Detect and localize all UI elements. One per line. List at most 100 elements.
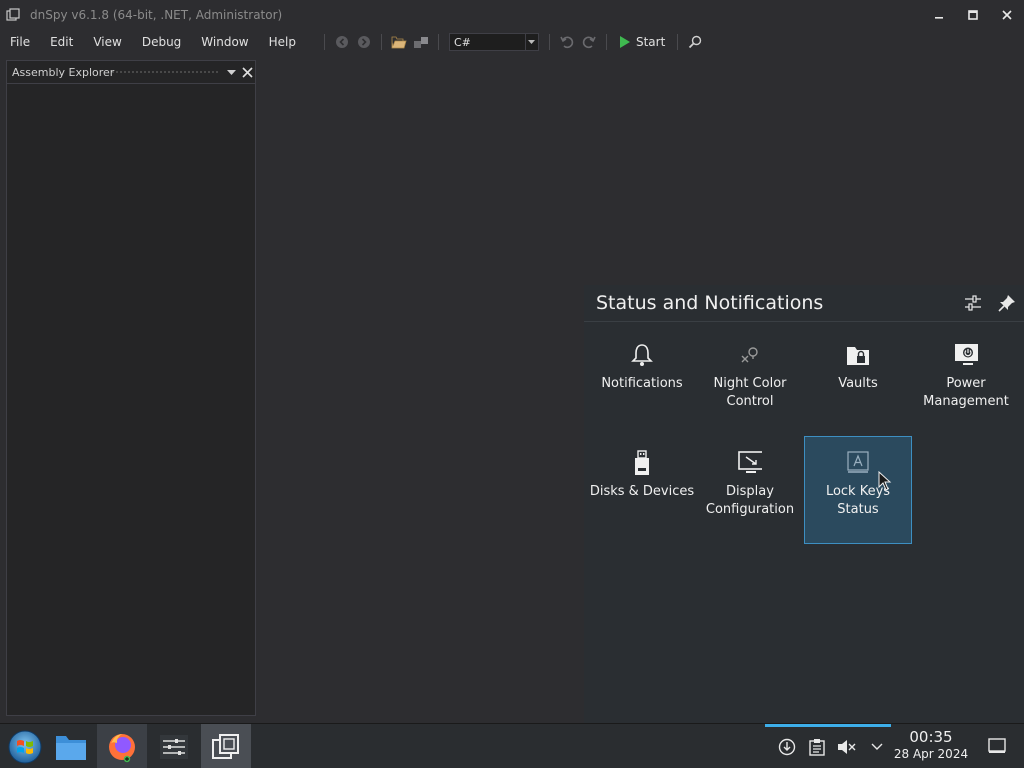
chevron-down-icon [528,40,536,44]
tile-display-configuration[interactable]: Display Configuration [696,436,804,544]
language-value: C# [453,35,471,49]
undo-icon [560,36,574,49]
power-management-icon [954,343,978,367]
tile-notifications[interactable]: Notifications [588,328,696,436]
taskbar: 00:35 28 Apr 2024 [0,723,1024,768]
chevron-down-icon [871,743,883,750]
clock-time: 00:35 [909,728,953,746]
tile-vaults[interactable]: Vaults [804,328,912,436]
toolbar-separator [548,34,550,50]
tray-updates-button[interactable] [777,737,797,757]
play-icon [619,36,630,48]
menu-edit[interactable]: Edit [40,35,83,49]
menu-view[interactable]: View [83,35,131,49]
taskbar-dnspy[interactable] [201,724,251,768]
lock-keys-icon [846,451,870,475]
search-button[interactable] [685,32,705,52]
assembly-explorer-title: Assembly Explorer [12,65,115,79]
close-icon [1002,10,1012,20]
search-icon [689,35,702,49]
digital-clock[interactable]: 00:35 28 Apr 2024 [890,728,972,762]
pin-icon[interactable] [998,294,1016,312]
start-menu-button[interactable] [0,724,50,768]
maximize-icon [968,10,978,20]
tile-label: Notifications [601,376,683,391]
open-folder-icon [391,36,407,49]
language-select[interactable]: C# [448,33,539,51]
start-debugging-button[interactable]: Start [613,35,671,49]
redo-icon [582,36,596,49]
dnspy-taskbar-icon [212,733,239,759]
popup-header-buttons [964,285,1016,321]
forward-icon [357,36,370,48]
tile-power-management[interactable]: Power Management [912,328,1020,436]
show-desktop-icon [988,738,1006,753]
configure-sliders-icon[interactable] [964,294,982,312]
tray-volume-button[interactable] [837,737,857,757]
clipboard-icon [809,738,825,756]
toolbar-separator [677,34,679,50]
toolbar-separator [380,34,382,50]
volume-muted-icon [838,739,856,754]
open-list-button[interactable] [411,32,431,52]
toolbar-separator [605,34,607,50]
assembly-explorer-header: Assembly Explorer [7,61,255,84]
windows-start-orb-icon [8,730,42,763]
back-icon [335,36,348,48]
tile-label: Night Color Control [713,376,787,409]
menu-help[interactable]: Help [259,35,306,49]
mouse-cursor-icon [878,471,892,491]
toolbar-separator [437,34,439,50]
status-notifications-popup: Status and Notifications Notifications N… [584,285,1024,723]
show-desktop-button[interactable] [986,736,1008,756]
display-icon [738,451,762,475]
tile-lock-keys-status[interactable]: Lock Keys Status [804,436,912,544]
tile-night-color-control[interactable]: Night Color Control [696,328,804,436]
undo-button[interactable] [557,32,577,52]
clock-date: 28 Apr 2024 [893,747,969,761]
start-label: Start [635,35,666,49]
folder-icon [56,735,86,760]
panel-grip[interactable] [111,70,219,74]
popup-header: Status and Notifications [584,285,1024,322]
title-bar: dnSpy v6.1.8 (64-bit, .NET, Administrato… [0,0,1024,30]
tile-disks-devices[interactable]: Disks & Devices [588,436,696,544]
usb-drive-icon [630,450,654,475]
menu-file[interactable]: File [0,35,40,49]
bell-icon [630,343,654,367]
tile-label: Power Management [923,376,1009,409]
open-button[interactable] [389,32,409,52]
panel-header-buttons [227,61,253,83]
tile-label: Display Configuration [705,484,795,517]
navigate-forward-button[interactable] [354,32,374,52]
assembly-explorer-panel: Assembly Explorer [6,60,256,716]
close-button[interactable] [990,0,1024,30]
dnspy-app-icon [6,8,20,21]
settings-sliders-icon [160,734,188,759]
tray-expand-button[interactable] [867,737,887,757]
panel-close-icon[interactable] [242,66,253,78]
taskbar-file-manager[interactable] [46,724,96,768]
tile-label: Disks & Devices [589,484,695,499]
maximize-button[interactable] [956,0,990,30]
navigate-back-button[interactable] [332,32,352,52]
desktop: dnSpy v6.1.8 (64-bit, .NET, Administrato… [0,0,1024,768]
menu-bar: File Edit View Debug Window Help C# Star… [0,30,1024,54]
toolbar: C# Start [318,32,706,52]
panel-menu-chevron-icon[interactable] [227,69,236,75]
tray-clipboard-button[interactable] [807,737,827,757]
minimize-icon [935,17,943,19]
redo-button[interactable] [579,32,599,52]
menu-window[interactable]: Window [191,35,258,49]
dropdown-arrow [524,34,538,50]
minimize-button[interactable] [922,0,956,30]
taskbar-firefox[interactable] [97,724,147,768]
popup-title: Status and Notifications [596,292,824,314]
assembly-list-icon [413,37,428,48]
toolbar-separator [323,34,325,50]
taskbar-system-settings[interactable] [149,724,199,768]
menu-debug[interactable]: Debug [132,35,191,49]
vault-icon [846,343,870,367]
system-tray [777,724,887,768]
tile-label: Vaults [838,376,878,391]
